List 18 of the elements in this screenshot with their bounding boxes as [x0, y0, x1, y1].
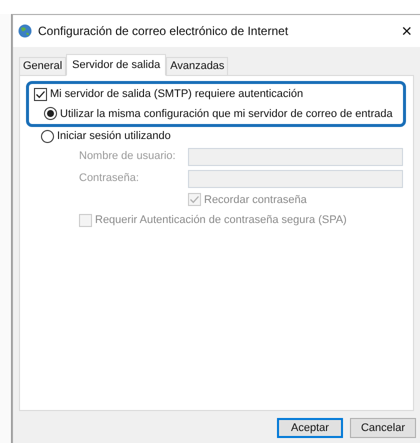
checkbox-label: Mi servidor de salida (SMTP) requiere autenticación — [50, 87, 304, 102]
checkbox[interactable] — [34, 88, 47, 101]
window-title: Configuración de correo electrónico de Internet — [38, 23, 290, 40]
radio-label: Iniciar sesión utilizando — [57, 129, 171, 144]
radio-button[interactable] — [44, 107, 57, 120]
dialog-button[interactable]: Cancelar — [350, 418, 416, 438]
field-label: Contraseña: — [79, 171, 140, 186]
radio-button[interactable] — [41, 130, 54, 143]
field-label: Nombre de usuario: — [79, 149, 177, 164]
globe-icon — [18, 24, 32, 38]
checkbox-label: Requerir Autenticación de contraseña segura (SPA) — [95, 213, 347, 228]
checkbox-label: Recordar contraseña — [204, 192, 307, 208]
radio-label: Utilizar la misma configuración que mi servidor de correo de entrada — [60, 106, 393, 122]
tab[interactable]: Avanzadas — [166, 57, 228, 75]
tab[interactable]: Servidor de salida — [66, 54, 166, 76]
close-button[interactable]: × — [399, 22, 414, 40]
tab[interactable]: General — [19, 57, 66, 75]
dialog-button[interactable]: Aceptar — [277, 418, 343, 438]
